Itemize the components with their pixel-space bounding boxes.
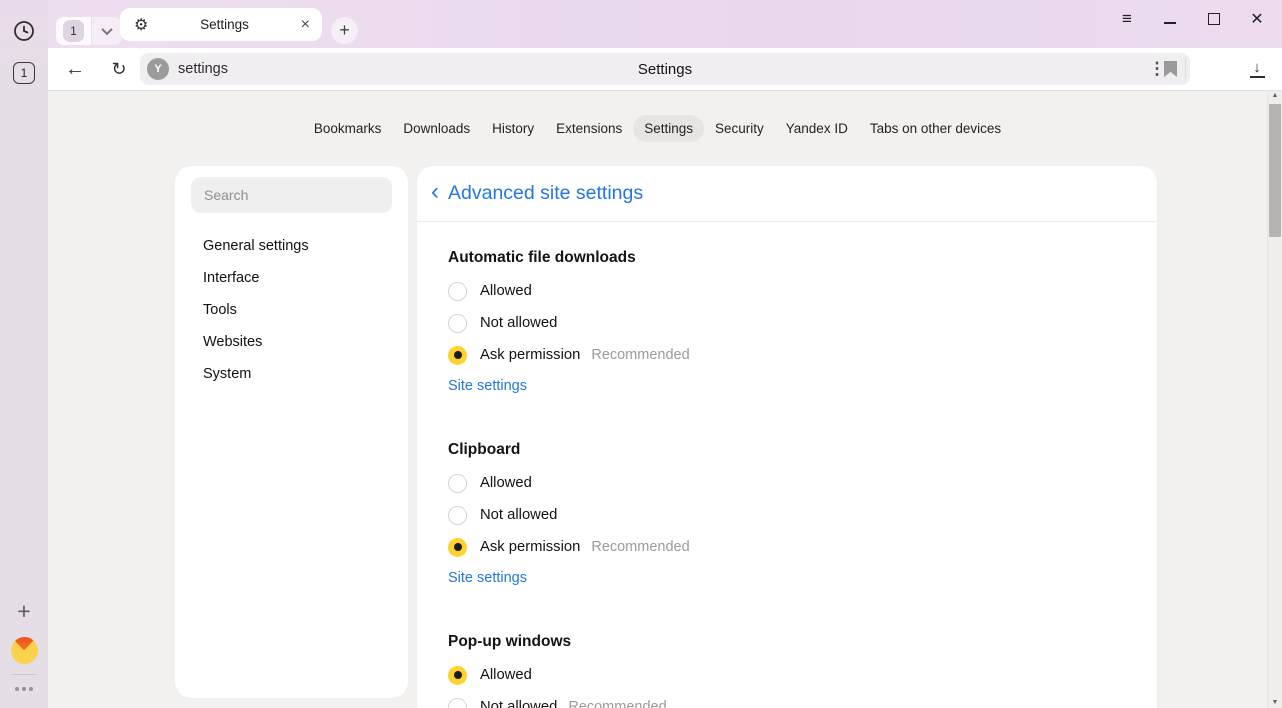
radio-option-allowed[interactable]: Allowed	[448, 659, 1126, 691]
browser-menu-icon[interactable]: ≡	[1114, 6, 1140, 32]
yandex-mail-logo	[11, 637, 38, 664]
radio-option-allowed[interactable]: Allowed	[448, 467, 1126, 499]
nav-tab-other-devices[interactable]: Tabs on other devices	[859, 115, 1012, 142]
radio-icon[interactable]	[448, 474, 467, 493]
nav-tab-extensions[interactable]: Extensions	[545, 115, 633, 142]
site-settings-link[interactable]: Site settings	[448, 568, 527, 588]
nav-tab-yandex-id[interactable]: Yandex ID	[775, 115, 859, 142]
tab-group-count-badge: 1	[63, 20, 84, 42]
toolbar-divider	[1185, 58, 1186, 79]
tab-close-icon[interactable]: ×	[301, 17, 310, 33]
scrollbar-thumb[interactable]	[1269, 104, 1281, 237]
recommended-note: Recommended	[591, 347, 689, 363]
settings-panel: ‹ Advanced site settings Automatic file …	[417, 166, 1157, 708]
nav-tab-downloads[interactable]: Downloads	[392, 115, 481, 142]
chevron-down-icon	[101, 24, 112, 35]
sidebar-menu: General settings Interface Tools Website…	[175, 230, 408, 390]
reload-button[interactable]: ↻	[102, 52, 136, 86]
section-heading: Pop-up windows	[448, 632, 1126, 652]
minimize-button[interactable]	[1157, 6, 1183, 32]
site-settings-link[interactable]: Site settings	[448, 376, 527, 396]
tab-title: Settings	[148, 17, 300, 32]
radio-option-not-allowed[interactable]: Not allowed Recommended	[448, 691, 1126, 708]
address-bar[interactable]: Y settings Settings	[140, 53, 1190, 85]
radio-option-ask-permission[interactable]: Ask permission Recommended	[448, 339, 1126, 371]
section-heading: Clipboard	[448, 440, 1126, 460]
back-chevron-icon: ‹	[431, 180, 439, 204]
settings-sections: Automatic file downloads Allowed Not all…	[417, 248, 1157, 708]
radio-icon[interactable]	[448, 282, 467, 301]
nav-tab-bookmarks[interactable]: Bookmarks	[303, 115, 393, 142]
radio-option-not-allowed[interactable]: Not allowed	[448, 307, 1126, 339]
section-automatic-file-downloads: Automatic file downloads Allowed Not all…	[448, 248, 1126, 396]
tab-group-control[interactable]: 1	[56, 17, 122, 45]
gear-icon: ⚙	[134, 15, 148, 35]
radio-icon-selected[interactable]	[448, 666, 467, 685]
sidebar-item-interface[interactable]: Interface	[175, 262, 408, 294]
radio-icon-selected[interactable]	[448, 538, 467, 557]
radio-option-allowed[interactable]: Allowed	[448, 275, 1126, 307]
page-content: Bookmarks Downloads History Extensions S…	[48, 90, 1282, 708]
recommended-note: Recommended	[591, 539, 689, 555]
radio-icon[interactable]	[448, 314, 467, 333]
radio-icon-selected[interactable]	[448, 346, 467, 365]
scroll-down-icon[interactable]: ▼	[1268, 699, 1282, 706]
radio-option-not-allowed[interactable]: Not allowed	[448, 499, 1126, 531]
scroll-up-icon[interactable]: ▲	[1268, 92, 1282, 99]
nav-tab-security[interactable]: Security	[704, 115, 775, 142]
downloads-button[interactable]: ↓	[1240, 52, 1274, 86]
back-button[interactable]: ←	[58, 52, 92, 86]
tab-count-label: 1	[13, 62, 35, 84]
more-dots-icon[interactable]	[0, 682, 48, 696]
panel-title: Advanced site settings	[448, 182, 643, 205]
rail-add-icon[interactable]: +	[0, 597, 48, 625]
download-icon: ↓	[1250, 60, 1265, 78]
sidebar-item-system[interactable]: System	[175, 358, 408, 390]
tab-count-box[interactable]: 1	[0, 60, 48, 86]
nav-tab-settings[interactable]: Settings	[633, 115, 704, 142]
sidebar-item-general[interactable]: General settings	[175, 230, 408, 262]
tab-strip: 1 ⚙ Settings × + ≡ ✕	[48, 0, 1282, 48]
settings-nav: Bookmarks Downloads History Extensions S…	[48, 115, 1267, 142]
sidebar-item-tools[interactable]: Tools	[175, 294, 408, 326]
sidebar-item-websites[interactable]: Websites	[175, 326, 408, 358]
active-tab[interactable]: ⚙ Settings ×	[120, 8, 322, 41]
yandex-mail-icon[interactable]	[0, 636, 48, 664]
section-heading: Automatic file downloads	[448, 248, 1126, 268]
new-tab-button[interactable]: +	[331, 17, 358, 44]
advanced-settings-back[interactable]: ‹ Advanced site settings	[417, 166, 1157, 222]
tab-group-expand[interactable]	[92, 17, 122, 45]
recommended-note: Recommended	[568, 699, 666, 708]
search-input[interactable]	[191, 177, 392, 213]
history-icon[interactable]	[0, 17, 48, 45]
toolbar: ← ↻ Y settings Settings ⋮ ↓	[48, 48, 1282, 90]
maximize-button[interactable]	[1201, 6, 1227, 32]
section-clipboard: Clipboard Allowed Not allowed Ask permis…	[448, 440, 1126, 588]
left-rail: 1 +	[0, 0, 48, 708]
settings-sidebar: General settings Interface Tools Website…	[175, 166, 408, 698]
tab-group-count[interactable]: 1	[56, 17, 91, 45]
radio-option-ask-permission[interactable]: Ask permission Recommended	[448, 531, 1126, 563]
vertical-scrollbar[interactable]: ▲ ▼	[1267, 91, 1282, 708]
page-title: Settings	[140, 53, 1190, 85]
radio-icon[interactable]	[448, 698, 467, 708]
nav-tab-history[interactable]: History	[481, 115, 545, 142]
rail-divider	[12, 674, 36, 675]
radio-icon[interactable]	[448, 506, 467, 525]
section-popup-windows: Pop-up windows Allowed Not allowed Recom…	[448, 632, 1126, 708]
window-close-button[interactable]: ✕	[1244, 6, 1270, 32]
extensions-kebab-icon[interactable]: ⋮	[1140, 52, 1174, 86]
